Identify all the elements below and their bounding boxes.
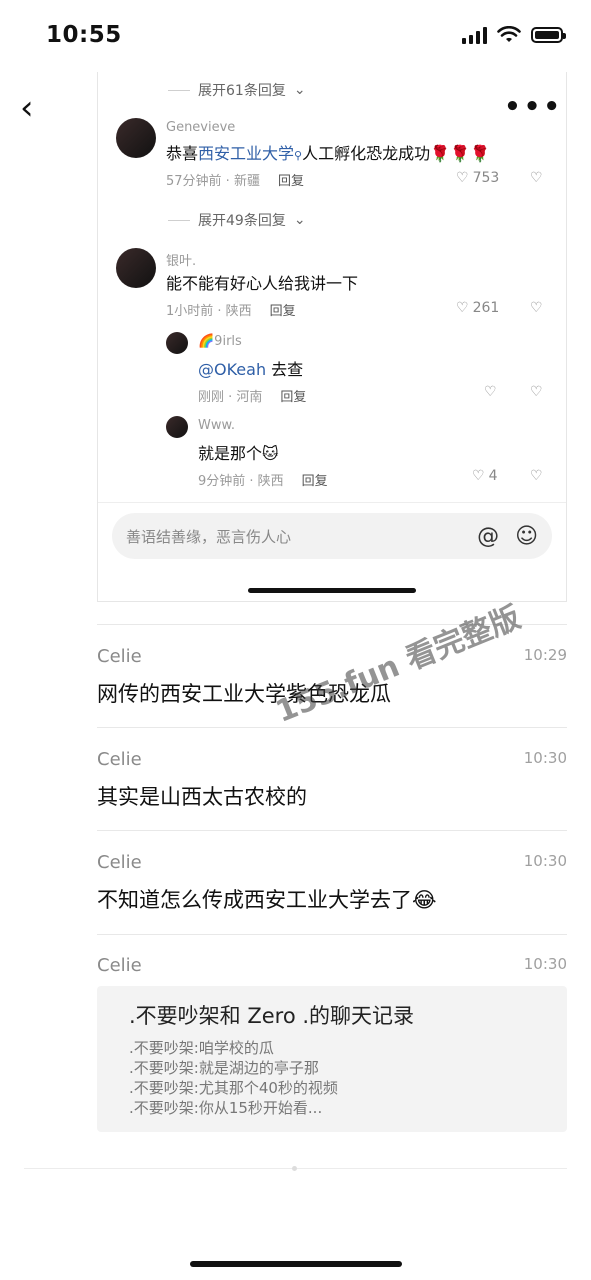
reply-button[interactable]: 回复 xyxy=(278,170,304,189)
chat-record-line: .不要吵架:就是湖边的亭子那 xyxy=(129,1059,319,1077)
dislike-icon[interactable]: ♡ xyxy=(530,170,543,186)
comment-text: 能不能有好心人给我讲一下 xyxy=(166,274,359,293)
comment-meta: 9分钟前 · 陕西 回复 xyxy=(198,470,328,489)
comment-text: @OKeah 去查 xyxy=(198,360,304,379)
comment-username: Www. xyxy=(198,418,236,433)
avatar[interactable] xyxy=(166,332,188,354)
comment-meta: 刚刚 · 河南 回复 xyxy=(198,386,306,405)
signal-icon xyxy=(462,26,487,44)
battery-icon xyxy=(531,27,566,43)
expand-replies-2[interactable]: 展开49条回复 ⌄ xyxy=(168,210,306,230)
message-time: 10:30 xyxy=(523,955,567,973)
avatar[interactable] xyxy=(116,248,156,288)
mention-link[interactable]: @OKeah xyxy=(198,360,266,379)
heart-icon: ♡ xyxy=(472,468,485,484)
watermark: 155.fun 看完整版 xyxy=(270,599,526,730)
divider xyxy=(97,934,567,935)
avatar[interactable] xyxy=(116,118,156,158)
school-link[interactable]: 西安工业大学 xyxy=(198,144,294,163)
expand-replies-1[interactable]: 展开61条回复 ⌄ xyxy=(168,80,306,100)
message-sender: Celie xyxy=(97,749,142,770)
search-icon: ⚲ xyxy=(294,149,303,162)
divider xyxy=(97,727,567,728)
chevron-down-icon: ⌄ xyxy=(293,82,306,98)
chat-record-title: .不要吵架和 Zero .的聊天记录 xyxy=(129,1004,415,1028)
message-time: 10:29 xyxy=(523,646,567,664)
heart-icon: ♡ xyxy=(456,170,469,186)
dislike-icon[interactable]: ♡ xyxy=(530,468,543,484)
message-time: 10:30 xyxy=(523,852,567,870)
message-text[interactable]: 其实是山西太古农校的 xyxy=(97,781,307,811)
like-button[interactable]: ♡ 261 xyxy=(456,300,499,316)
at-icon[interactable]: @ xyxy=(477,524,499,549)
message-text[interactable]: 不知道怎么传成西安工业大学去了😂 xyxy=(97,884,437,914)
home-indicator xyxy=(190,1261,402,1267)
reply-button[interactable]: 回复 xyxy=(280,386,306,405)
comment-meta: 1小时前 · 陕西 回复 xyxy=(166,300,296,319)
status-time: 10:55 xyxy=(46,22,122,48)
home-indicator xyxy=(248,588,416,593)
avatar[interactable] xyxy=(166,416,188,438)
message-sender: Celie xyxy=(97,646,142,667)
end-dot xyxy=(292,1166,297,1171)
chat-record-line: .不要吵架:你从15秒开始看... xyxy=(129,1099,323,1117)
message-sender: Celie xyxy=(97,955,142,976)
like-button[interactable]: ♡ 753 xyxy=(456,170,499,186)
emoji-icon[interactable]: ☺ xyxy=(515,524,538,549)
back-button[interactable]: ‹ xyxy=(20,88,34,128)
message-time: 10:30 xyxy=(523,749,567,767)
comment-username: 🌈9irls xyxy=(198,334,242,349)
comment-input-placeholder: 善语结善缘，恶言伤人心 xyxy=(126,527,292,546)
divider xyxy=(98,502,566,503)
dislike-icon[interactable]: ♡ xyxy=(530,384,543,400)
heart-icon: ♡ xyxy=(484,384,497,400)
wifi-icon xyxy=(497,26,521,42)
like-button[interactable]: ♡ 4 xyxy=(472,468,497,484)
status-icons xyxy=(462,26,566,44)
comment-input[interactable]: 善语结善缘，恶言伤人心 @ ☺ xyxy=(112,513,552,559)
comment-text: 就是那个🐱 xyxy=(198,444,279,463)
like-button[interactable]: ♡ xyxy=(484,384,497,400)
dislike-icon[interactable]: ♡ xyxy=(530,300,543,316)
chat-record-line: .不要吵架:咱学校的瓜 xyxy=(129,1039,274,1057)
comment-meta: 57分钟前 · 新疆 回复 xyxy=(166,170,304,189)
comment-screenshot[interactable]: 展开61条回复 ⌄ Genevieve 恭喜西安工业大学⚲人工孵化恐龙成功🌹🌹🌹 … xyxy=(97,72,567,602)
comment-username: 银叶. xyxy=(166,254,197,269)
heart-icon: ♡ xyxy=(456,300,469,316)
comment-username: Genevieve xyxy=(166,120,236,135)
chevron-down-icon: ⌄ xyxy=(293,212,306,228)
comment-text: 恭喜西安工业大学⚲人工孵化恐龙成功🌹🌹🌹 xyxy=(166,144,490,163)
message-sender: Celie xyxy=(97,852,142,873)
reply-button[interactable]: 回复 xyxy=(302,470,328,489)
chat-record-card[interactable]: .不要吵架和 Zero .的聊天记录 .不要吵架:咱学校的瓜 .不要吵架:就是湖… xyxy=(97,986,567,1132)
divider xyxy=(97,830,567,831)
reply-button[interactable]: 回复 xyxy=(270,300,296,319)
chat-record-line: .不要吵架:尤其那个40秒的视频 xyxy=(129,1079,338,1097)
